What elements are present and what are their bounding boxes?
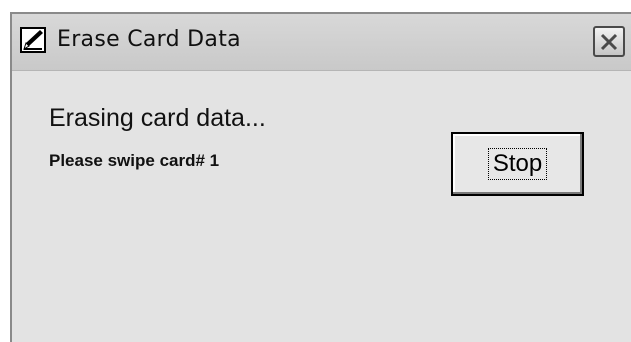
stop-button-label: Stop: [487, 148, 548, 180]
erase-card-app-icon: [20, 27, 46, 53]
close-icon: [600, 33, 618, 50]
stop-button[interactable]: Stop: [451, 132, 584, 196]
swipe-instruction: Please swipe card# 1: [49, 151, 220, 170]
erase-card-dialog: Erase Card Data Erasing card data... Ple…: [10, 12, 631, 342]
window-title: Erase Card Data: [57, 27, 241, 52]
title-bar[interactable]: Erase Card Data: [12, 14, 631, 71]
status-heading: Erasing card data...: [49, 104, 266, 132]
close-button[interactable]: [593, 26, 625, 57]
